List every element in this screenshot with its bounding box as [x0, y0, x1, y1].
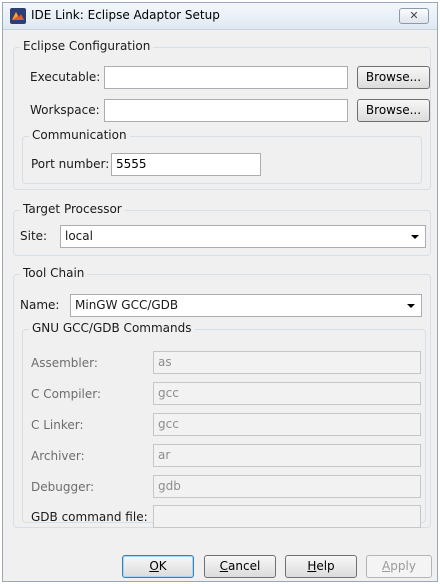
c-linker-label: C Linker: — [31, 418, 84, 432]
cancel-button-label: ancel — [228, 559, 261, 573]
site-select[interactable]: local — [60, 225, 426, 248]
browse-executable-button[interactable]: Browse... — [357, 66, 430, 89]
title-bar: IDE Link: Eclipse Adaptor Setup ✕ — [3, 3, 437, 30]
debugger-input: gdb — [153, 475, 421, 498]
assembler-label: Assembler: — [31, 356, 98, 370]
target-processor-title: Target Processor — [20, 202, 125, 216]
c-linker-input: gcc — [153, 413, 421, 436]
workspace-input[interactable] — [104, 99, 348, 122]
ok-button-accel: O — [149, 559, 159, 573]
port-number-label: Port number: — [31, 157, 110, 171]
archiver-label: Archiver: — [31, 449, 85, 463]
assembler-input: as — [153, 351, 421, 374]
close-button[interactable]: ✕ — [399, 8, 429, 24]
tool-chain-title: Tool Chain — [20, 266, 88, 280]
c-compiler-label: C Compiler: — [31, 387, 102, 401]
gnu-commands-group: GNU GCC/GDB Commands Assembler: as C Com… — [22, 321, 426, 528]
port-number-input[interactable]: 5555 — [111, 153, 261, 176]
ok-button[interactable]: OK — [122, 555, 194, 578]
cancel-button-accel: C — [219, 559, 229, 573]
window-title: IDE Link: Eclipse Adaptor Setup — [31, 8, 220, 22]
executable-label: Executable: — [30, 70, 101, 84]
help-button-label: elp — [316, 559, 335, 573]
target-processor-group: Target Processor Site: local — [13, 202, 431, 256]
tool-chain-select[interactable]: MinGW GCC/GDB — [70, 294, 422, 317]
communication-group: Communication Port number: 5555 — [22, 128, 422, 184]
executable-input[interactable] — [104, 66, 348, 89]
tool-chain-name-label: Name: — [20, 298, 60, 312]
eclipse-configuration-title: Eclipse Configuration — [20, 39, 154, 53]
chevron-down-icon — [411, 235, 419, 239]
debugger-label: Debugger: — [31, 480, 95, 494]
c-compiler-input: gcc — [153, 382, 421, 405]
gdb-command-file-input — [153, 505, 421, 528]
app-icon — [10, 8, 26, 24]
ok-button-label: K — [158, 559, 167, 573]
help-button-accel: H — [307, 559, 317, 573]
dialog-window: IDE Link: Eclipse Adaptor Setup ✕ Eclips… — [2, 2, 438, 582]
site-select-value: local — [65, 229, 93, 243]
tool-chain-group: Tool Chain Name: MinGW GCC/GDB GNU GCC/G… — [13, 266, 431, 528]
site-label: Site: — [20, 229, 48, 243]
gdb-command-file-label: GDB command file: — [31, 510, 148, 524]
apply-button[interactable]: Apply — [366, 555, 432, 578]
chevron-down-icon — [407, 304, 415, 308]
apply-button-label: pply — [390, 559, 416, 573]
browse-workspace-button[interactable]: Browse... — [357, 99, 430, 122]
help-button[interactable]: Help — [285, 555, 357, 578]
eclipse-configuration-group: Eclipse Configuration Executable: Browse… — [13, 39, 431, 190]
workspace-label: Workspace: — [30, 103, 100, 117]
cancel-button[interactable]: Cancel — [204, 555, 276, 578]
archiver-input: ar — [153, 444, 421, 467]
communication-title: Communication — [29, 128, 130, 142]
tool-chain-select-value: MinGW GCC/GDB — [75, 298, 179, 312]
gnu-commands-title: GNU GCC/GDB Commands — [29, 321, 195, 335]
close-icon: ✕ — [409, 9, 419, 22]
